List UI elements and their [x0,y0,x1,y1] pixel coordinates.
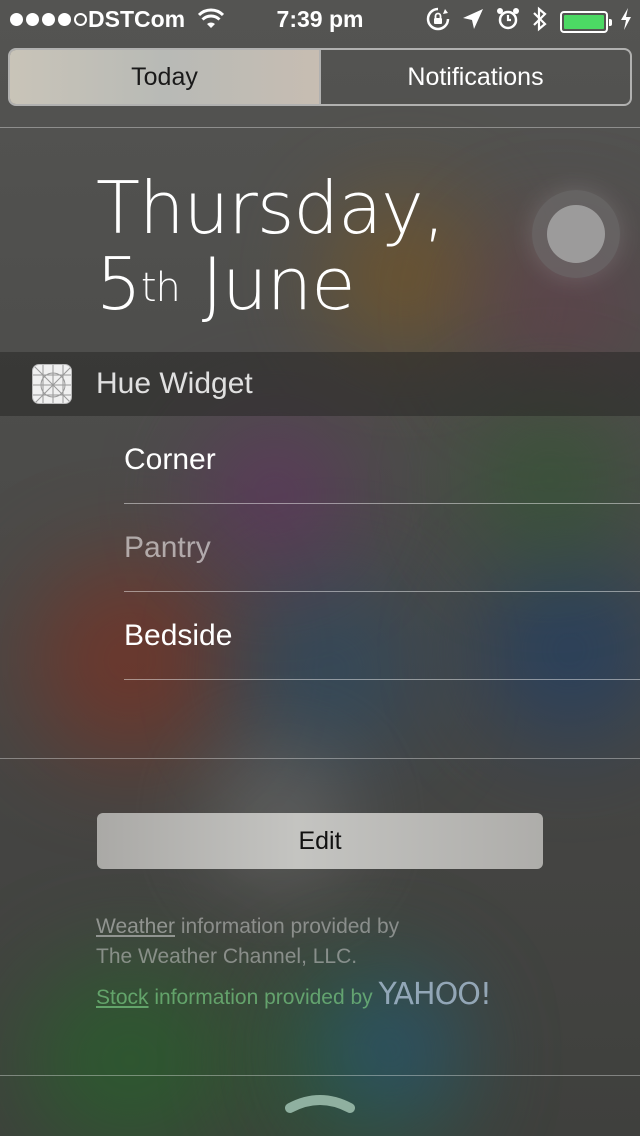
charging-icon [620,8,632,36]
battery-level [564,15,604,29]
view-segmented-control: Today Notifications [8,48,632,106]
footer-divider [0,1075,640,1076]
alarm-icon [496,7,520,37]
stock-link[interactable]: Stock [96,986,149,1009]
weekday-line: Thursday, [96,166,446,250]
widget-header: Hue Widget [0,352,640,416]
date-heading: Thursday, 5th June [96,166,446,322]
header-divider [0,127,640,128]
hue-widget-icon [32,364,72,404]
light-item-corner[interactable]: Corner [124,416,640,504]
yahoo-logo: YAHOO! [378,977,492,1012]
tab-today[interactable]: Today [10,50,319,104]
light-item-bedside[interactable]: Bedside [124,592,640,680]
weather-provider: The Weather Channel, LLC. [96,945,358,968]
day-suffix: th [140,265,181,311]
light-item-pantry[interactable]: Pantry [124,504,640,592]
location-icon [462,8,484,36]
edit-button[interactable]: Edit [97,813,543,869]
rotation-lock-icon [426,7,450,37]
chevron-up-icon[interactable] [284,1094,356,1114]
status-bar: DSTCom 7:39 pm [0,0,640,40]
weather-link[interactable]: Weather [96,915,175,938]
widget-title: Hue Widget [96,367,253,400]
assistive-touch-inner [547,205,605,263]
stock-credit-line: Stock information provided by YAHOO! [96,977,492,1013]
assistive-touch-button[interactable] [532,190,620,278]
tab-notifications[interactable]: Notifications [319,50,630,104]
battery-icon [560,11,612,33]
month-name: June [201,242,356,326]
weather-credit-text: information provided by [180,915,400,938]
weather-credit-line: Weather information provided by [96,912,491,942]
day-month-line: 5th June [96,246,445,322]
bluetooth-icon [532,6,548,38]
hue-light-list: Corner Pantry Bedside [124,416,640,680]
widget-section-divider [0,758,640,759]
day-number: 5 [96,242,142,326]
data-credits: Weather information provided by The Weat… [96,912,492,1013]
stock-credit-text: information provided by [154,986,373,1009]
